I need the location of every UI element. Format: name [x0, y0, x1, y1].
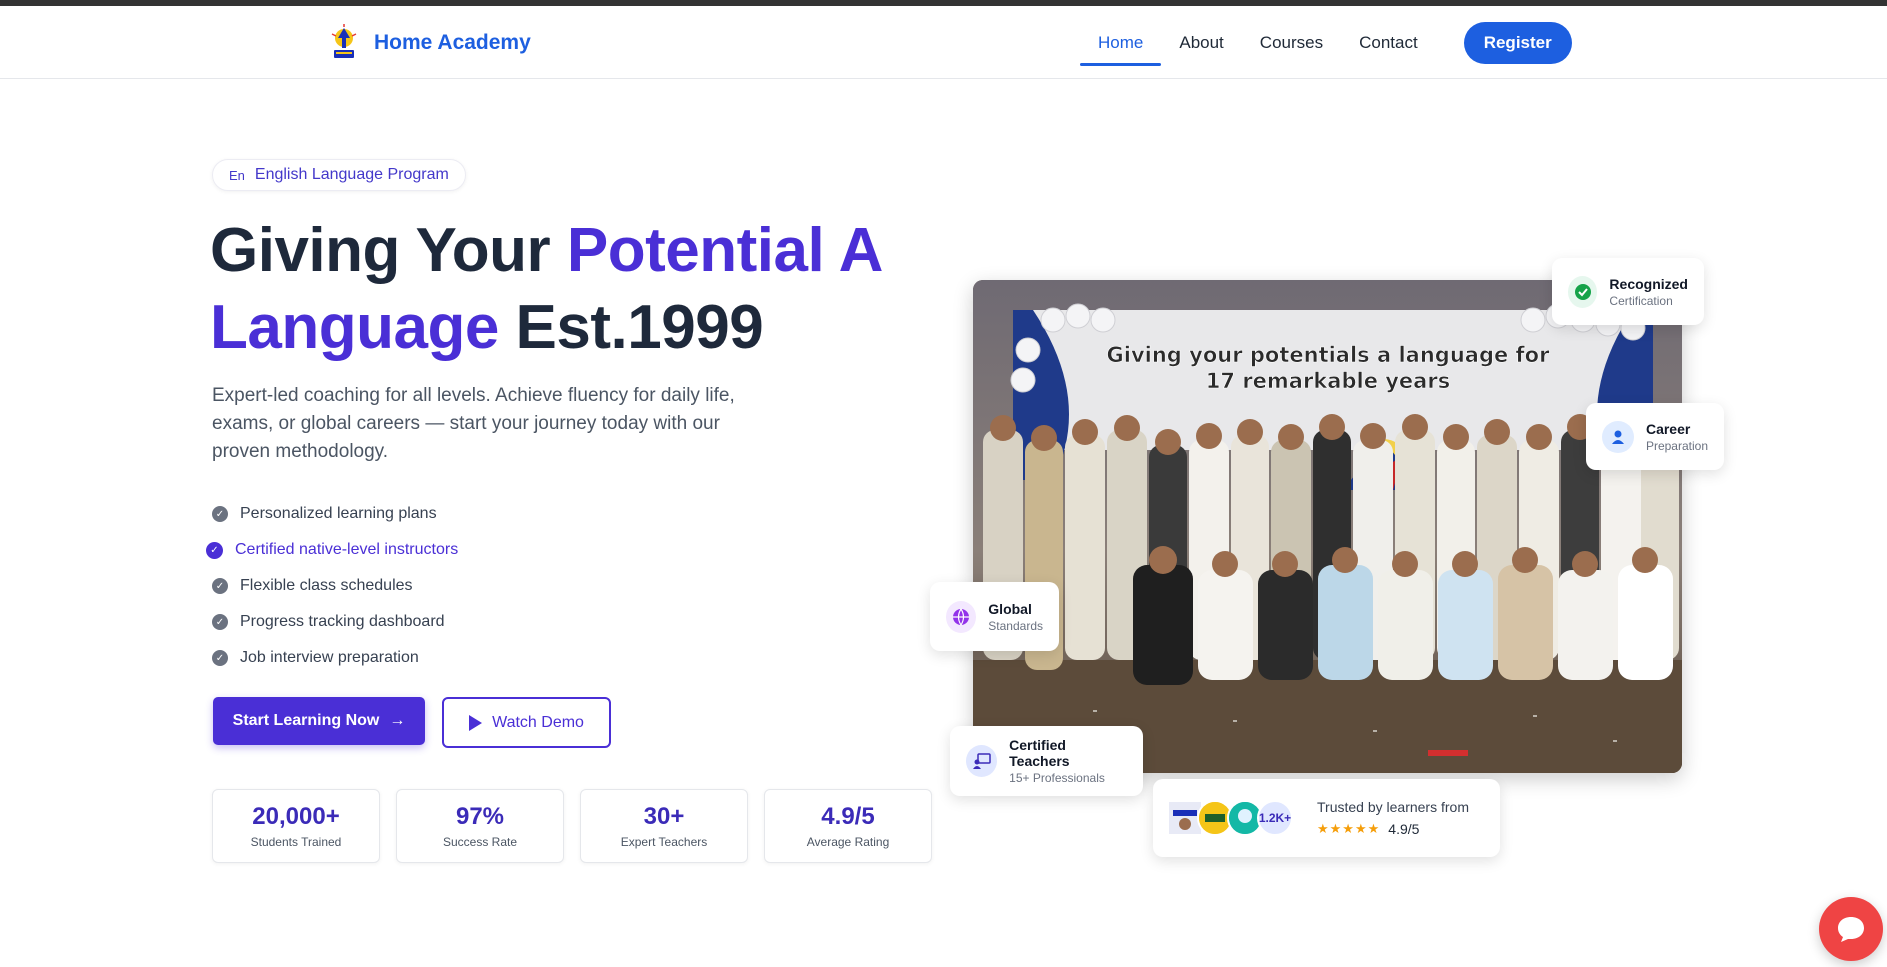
hero-group-photo: Giving your potentials a language for 17… — [973, 280, 1682, 773]
headline-part1: Giving Your — [210, 216, 567, 285]
stat-label: Success Rate — [442, 835, 518, 849]
stat-card: 20,000+ Students Trained — [212, 789, 380, 863]
arrow-right-icon: → — [389, 712, 406, 729]
chalkboard-teacher-icon — [966, 745, 998, 777]
stat-value: 30+ — [643, 803, 685, 830]
start-learning-label: Start Learning Now — [232, 712, 380, 729]
check-circle-icon: ✓ — [212, 506, 228, 522]
check-circle-icon: ✓ — [212, 578, 228, 594]
recognized-sub: Certification — [1609, 293, 1673, 308]
teachers-title: Certified Teachers — [1009, 737, 1070, 769]
check-circle-icon: ✓ — [212, 650, 228, 666]
check-circle-icon: ✓ — [206, 541, 223, 559]
program-pill: En English Language Program — [212, 159, 466, 191]
global-title: Global — [988, 600, 1032, 617]
avatar-stack: 1.2K+ — [1167, 800, 1293, 836]
teachers-sub: 15+ Professionals — [1009, 771, 1105, 785]
feature-item: ✓ Flexible class schedules — [212, 568, 458, 604]
photo-banner-line2: 17 remarkable years — [1206, 369, 1450, 393]
start-learning-button[interactable]: Start Learning Now → — [213, 697, 425, 745]
feature-item: ✓ Personalized learning plans — [212, 496, 458, 532]
watch-demo-button[interactable]: Watch Demo — [442, 697, 611, 748]
play-icon — [469, 714, 483, 731]
feature-label: Job interview preparation — [240, 649, 419, 666]
hero-headline: Giving Your Potential A Language Est.199… — [210, 212, 930, 366]
certificate-badge-icon — [1568, 275, 1598, 308]
feature-item-highlighted: ✓ Certified native-level instructors — [206, 532, 458, 568]
stat-card: 97% Success Rate — [396, 789, 564, 863]
feature-item: ✓ Progress tracking dashboard — [212, 604, 458, 640]
nav-link-courses[interactable]: Courses — [1242, 23, 1341, 63]
nav-link-contact[interactable]: Contact — [1341, 23, 1436, 63]
global-card: Global Standards — [930, 582, 1059, 651]
stat-value: 20,000+ — [252, 803, 340, 830]
rating-value: 4.9/5 — [1388, 821, 1420, 837]
career-sub: Preparation — [1645, 438, 1708, 453]
nav-link-about[interactable]: About — [1161, 23, 1241, 63]
career-title: Career — [1645, 420, 1691, 437]
recognized-card: Recognized Certification — [1552, 258, 1704, 325]
stat-card: 30+ Expert Teachers — [580, 789, 748, 863]
stat-label: Expert Teachers — [620, 835, 708, 849]
chat-bubble-icon — [1838, 917, 1864, 942]
chat-button[interactable] — [1819, 897, 1883, 961]
trusted-by-card: 1.2K+ Trusted by learners from ★★★★★ 4.9… — [1153, 779, 1500, 857]
feature-label: Certified native-level instructors — [235, 541, 459, 558]
register-button[interactable]: Register — [1463, 22, 1572, 64]
recognized-title: Recognized — [1609, 275, 1688, 292]
stat-value: 4.9/5 — [821, 803, 875, 830]
global-sub: Standards — [988, 618, 1043, 633]
star-rating-icon: ★★★★★ — [1317, 821, 1381, 836]
globe-icon — [946, 600, 977, 633]
learner-count-badge: 1.2K+ — [1257, 800, 1293, 836]
headline-part2: Est.1999 — [498, 293, 764, 362]
watch-demo-label: Watch Demo — [492, 713, 584, 731]
brand[interactable]: Home Academy — [328, 24, 531, 62]
photo-banner-line1: Giving your potentials a language for — [1107, 343, 1551, 367]
brand-name: Home Academy — [374, 31, 531, 54]
user-tie-icon — [1602, 420, 1634, 453]
program-pill-label: English Language Program — [254, 166, 449, 183]
stat-label: Average Rating — [806, 835, 890, 849]
career-card: Career Preparation — [1586, 403, 1724, 470]
hero-description: Expert-led coaching for all levels. Achi… — [212, 385, 735, 462]
feature-list: ✓ Personalized learning plans ✓ Certifie… — [206, 496, 458, 676]
group-photo-illustration: Giving your potentials a language for 17… — [973, 280, 1682, 773]
certified-teachers-card: Certified Teachers 15+ Professionals — [950, 726, 1143, 796]
trusted-label: Trusted by learners from — [1317, 799, 1469, 815]
feature-label: Progress tracking dashboard — [240, 613, 445, 630]
navbar: Home Academy Home About Courses Contact … — [0, 6, 1887, 79]
nav-link-home[interactable]: Home — [1080, 23, 1162, 66]
main-nav: Home About Courses Contact Register — [1080, 22, 1572, 66]
academy-logo-icon — [331, 24, 357, 58]
feature-item: ✓ Job interview preparation — [212, 640, 458, 676]
feature-label: Personalized learning plans — [240, 505, 437, 522]
stat-value: 97% — [455, 803, 505, 830]
language-icon: En — [229, 167, 245, 183]
stat-card: 4.9/5 Average Rating — [764, 789, 932, 863]
feature-label: Flexible class schedules — [240, 577, 413, 594]
check-circle-icon: ✓ — [212, 614, 228, 630]
stat-label: Students Trained — [250, 835, 342, 849]
stats-row: 20,000+ Students Trained 97% Success Rat… — [212, 789, 932, 863]
